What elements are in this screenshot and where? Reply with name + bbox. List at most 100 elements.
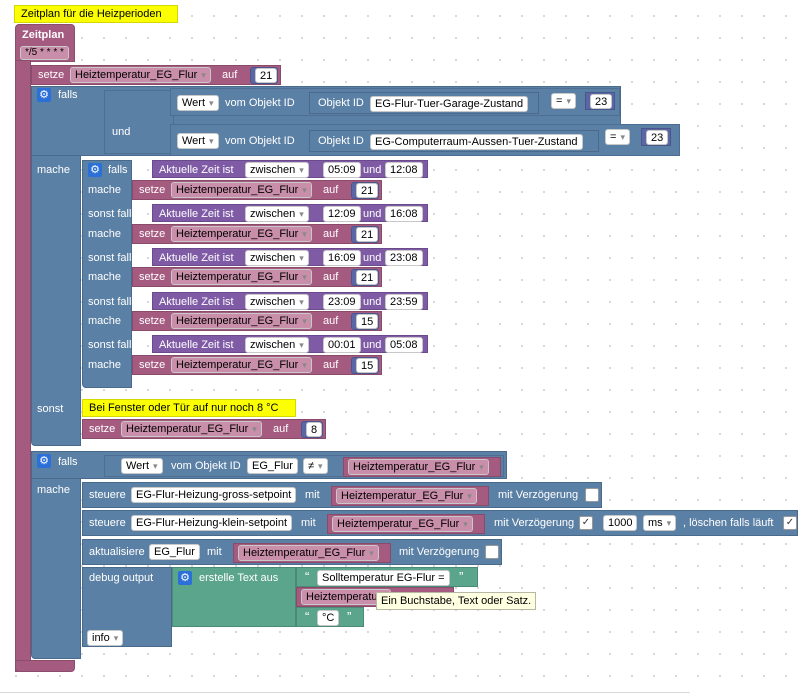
comment-heizperioden[interactable]: Zeitplan für die Heizperioden bbox=[14, 5, 178, 23]
variable-dropdown-update[interactable]: Heiztemperatur_EG_Flur bbox=[238, 545, 379, 561]
delay-value-field[interactable]: 1000 bbox=[603, 515, 638, 531]
value-dropdown-2[interactable]: Wert bbox=[177, 133, 219, 149]
variable-block-klein[interactable]: Heiztemperatur_EG_Flur bbox=[327, 514, 485, 534]
time-from-4[interactable]: 23:09 bbox=[323, 294, 361, 310]
number-block[interactable]: 21 bbox=[250, 67, 278, 84]
number-block-1[interactable]: 21 bbox=[351, 182, 379, 199]
object-id-block-2[interactable]: Objekt ID EG-Computerraum-Aussen-Tuer-Zu… bbox=[309, 130, 599, 152]
between-dropdown-4[interactable]: zwischen bbox=[245, 294, 309, 310]
operator-dropdown-3[interactable]: ≠ bbox=[303, 458, 328, 474]
time-to[interactable]: 12:08 bbox=[385, 162, 423, 178]
gear-icon[interactable]: ⚙ bbox=[37, 88, 51, 102]
number-block-2[interactable]: 21 bbox=[351, 226, 379, 243]
time-from[interactable]: 05:09 bbox=[323, 162, 361, 178]
time-between-4[interactable]: Aktuelle Zeit ist zwischen 23:09 und 23:… bbox=[152, 292, 428, 310]
and-block[interactable] bbox=[104, 90, 174, 154]
operator-dropdown-2[interactable]: = bbox=[605, 129, 630, 145]
variable-block-update[interactable]: Heiztemperatur_EG_Flur bbox=[233, 543, 391, 563]
set-block-5[interactable]: setze Heiztemperatur_EG_Flur auf 15 bbox=[132, 355, 382, 375]
value-dropdown-3[interactable]: Wert bbox=[121, 458, 163, 474]
time-between-3[interactable]: Aktuelle Zeit ist zwischen 16:09 und 23:… bbox=[152, 248, 428, 266]
variable-block-compare[interactable]: Heiztemperatur_EG_Flur bbox=[343, 457, 501, 477]
variable-dropdown-4[interactable]: Heiztemperatur_EG_Flur bbox=[171, 313, 312, 329]
number-field-else[interactable]: 8 bbox=[306, 422, 323, 437]
number-field-1[interactable]: 21 bbox=[356, 183, 379, 198]
number-block-else[interactable]: 8 bbox=[301, 421, 323, 438]
variable-dropdown-1[interactable]: Heiztemperatur_EG_Flur bbox=[171, 182, 312, 198]
workspace-scrollbar[interactable] bbox=[0, 692, 690, 693]
text-block-1[interactable]: “ Solltemperatur EG-Flur = ” bbox=[296, 567, 478, 587]
number-field[interactable]: 21 bbox=[255, 68, 278, 83]
variable-dropdown-else[interactable]: Heiztemperatur_EG_Flur bbox=[121, 421, 262, 437]
number-block-23b[interactable]: 23 bbox=[641, 128, 671, 146]
number-field-23a[interactable]: 23 bbox=[590, 94, 613, 109]
number-field-23b[interactable]: 23 bbox=[646, 130, 669, 145]
update-block[interactable]: aktualisiere EG_Flur mit Heiztemperatur_… bbox=[82, 539, 502, 565]
control-block-klein[interactable]: steuere EG-Flur-Heizung-klein-setpoint m… bbox=[82, 510, 798, 536]
debug-block[interactable]: debug output info bbox=[82, 567, 172, 647]
time-to-5[interactable]: 05:08 bbox=[385, 337, 423, 353]
delay-checkbox-2[interactable]: ✓ bbox=[579, 516, 593, 530]
time-to-4[interactable]: 23:59 bbox=[385, 294, 423, 310]
compare-block-1[interactable]: Wert vom Objekt ID Objekt ID EG-Flur-Tue… bbox=[170, 88, 620, 116]
gear-icon-2[interactable]: ⚙ bbox=[37, 454, 51, 468]
time-from-5[interactable]: 00:01 bbox=[323, 337, 361, 353]
time-to-2[interactable]: 16:08 bbox=[385, 206, 423, 222]
set-block[interactable]: setze Heiztemperatur_EG_Flur auf 21 bbox=[31, 65, 281, 85]
set-block-1[interactable]: setze Heiztemperatur_EG_Flur auf 21 bbox=[132, 180, 382, 200]
variable-dropdown-3[interactable]: Heiztemperatur_EG_Flur bbox=[171, 269, 312, 285]
text-field-2[interactable]: °C bbox=[317, 610, 340, 626]
delay-checkbox[interactable] bbox=[585, 488, 599, 502]
variable-dropdown-klein[interactable]: Heiztemperatur_EG_Flur bbox=[332, 516, 473, 532]
set-block-3[interactable]: setze Heiztemperatur_EG_Flur auf 21 bbox=[132, 267, 382, 287]
set-block-else[interactable]: setze Heiztemperatur_EG_Flur auf 8 bbox=[82, 419, 326, 439]
debug-level-dropdown[interactable]: info bbox=[87, 630, 124, 646]
variable-block-gross[interactable]: Heiztemperatur_EG_Flur bbox=[331, 486, 489, 506]
control-object-klein[interactable]: EG-Flur-Heizung-klein-setpoint bbox=[131, 515, 292, 531]
variable-dropdown-5[interactable]: Heiztemperatur_EG_Flur bbox=[171, 357, 312, 373]
between-dropdown-2[interactable]: zwischen bbox=[245, 206, 309, 222]
number-field-5[interactable]: 15 bbox=[356, 358, 379, 373]
gear-icon-text[interactable]: ⚙ bbox=[178, 571, 192, 585]
gear-icon-time[interactable]: ⚙ bbox=[88, 163, 102, 177]
compare-block-2[interactable]: Wert vom Objekt ID Objekt ID EG-Computer… bbox=[170, 124, 680, 156]
set-block-2[interactable]: setze Heiztemperatur_EG_Flur auf 21 bbox=[132, 224, 382, 244]
object-id-block-1[interactable]: Objekt ID EG-Flur-Tuer-Garage-Zustand bbox=[309, 92, 539, 114]
number-block-3[interactable]: 21 bbox=[351, 269, 379, 286]
number-field-4[interactable]: 15 bbox=[356, 314, 379, 329]
delay-unit-dropdown[interactable]: ms bbox=[643, 515, 677, 531]
between-dropdown[interactable]: zwischen bbox=[245, 162, 309, 178]
number-block-5[interactable]: 15 bbox=[351, 357, 379, 374]
control-block-gross[interactable]: steuere EG-Flur-Heizung-gross-setpoint m… bbox=[82, 482, 602, 508]
time-from-3[interactable]: 16:09 bbox=[323, 250, 361, 266]
object-field-flur[interactable]: EG_Flur bbox=[247, 458, 298, 474]
object-id-field-1[interactable]: EG-Flur-Tuer-Garage-Zustand bbox=[370, 96, 529, 112]
variable-dropdown-gross[interactable]: Heiztemperatur_EG_Flur bbox=[336, 488, 477, 504]
number-field-3[interactable]: 21 bbox=[356, 270, 379, 285]
compare-block-3[interactable]: Wert vom Objekt ID EG_Flur ≠ Heiztempera… bbox=[104, 455, 504, 477]
time-between-2[interactable]: Aktuelle Zeit ist zwischen 12:09 und 16:… bbox=[152, 204, 428, 222]
variable-dropdown[interactable]: Heiztemperatur_EG_Flur bbox=[70, 67, 211, 83]
between-dropdown-3[interactable]: zwischen bbox=[245, 250, 309, 266]
time-between-1[interactable]: Aktuelle Zeit ist zwischen 05:09 und 12:… bbox=[152, 160, 428, 178]
clear-checkbox[interactable]: ✓ bbox=[783, 516, 797, 530]
update-object-field[interactable]: EG_Flur bbox=[149, 544, 200, 560]
time-between-5[interactable]: Aktuelle Zeit ist zwischen 00:01 und 05:… bbox=[152, 335, 428, 353]
object-id-field-2[interactable]: EG-Computerraum-Aussen-Tuer-Zustand bbox=[370, 134, 583, 150]
delay-checkbox-3[interactable] bbox=[485, 545, 499, 559]
text-field-1[interactable]: Solltemperatur EG-Flur = bbox=[317, 570, 450, 586]
variable-dropdown-compare[interactable]: Heiztemperatur_EG_Flur bbox=[348, 459, 489, 475]
value-dropdown[interactable]: Wert bbox=[177, 95, 219, 111]
operator-dropdown-1[interactable]: = bbox=[551, 93, 576, 109]
between-dropdown-5[interactable]: zwischen bbox=[245, 337, 309, 353]
text-block-2[interactable]: “ °C ” bbox=[296, 607, 364, 627]
number-block-4[interactable]: 15 bbox=[351, 313, 379, 330]
number-field-2[interactable]: 21 bbox=[356, 227, 379, 242]
cron-field[interactable]: */5 * * * * bbox=[20, 46, 69, 60]
set-block-4[interactable]: setze Heiztemperatur_EG_Flur auf 15 bbox=[132, 311, 382, 331]
control-object-gross[interactable]: EG-Flur-Heizung-gross-setpoint bbox=[131, 487, 297, 503]
create-text-block[interactable]: ⚙ erstelle Text aus bbox=[172, 567, 296, 627]
time-to-3[interactable]: 23:08 bbox=[385, 250, 423, 266]
time-from-2[interactable]: 12:09 bbox=[323, 206, 361, 222]
number-block-23a[interactable]: 23 bbox=[585, 92, 615, 110]
